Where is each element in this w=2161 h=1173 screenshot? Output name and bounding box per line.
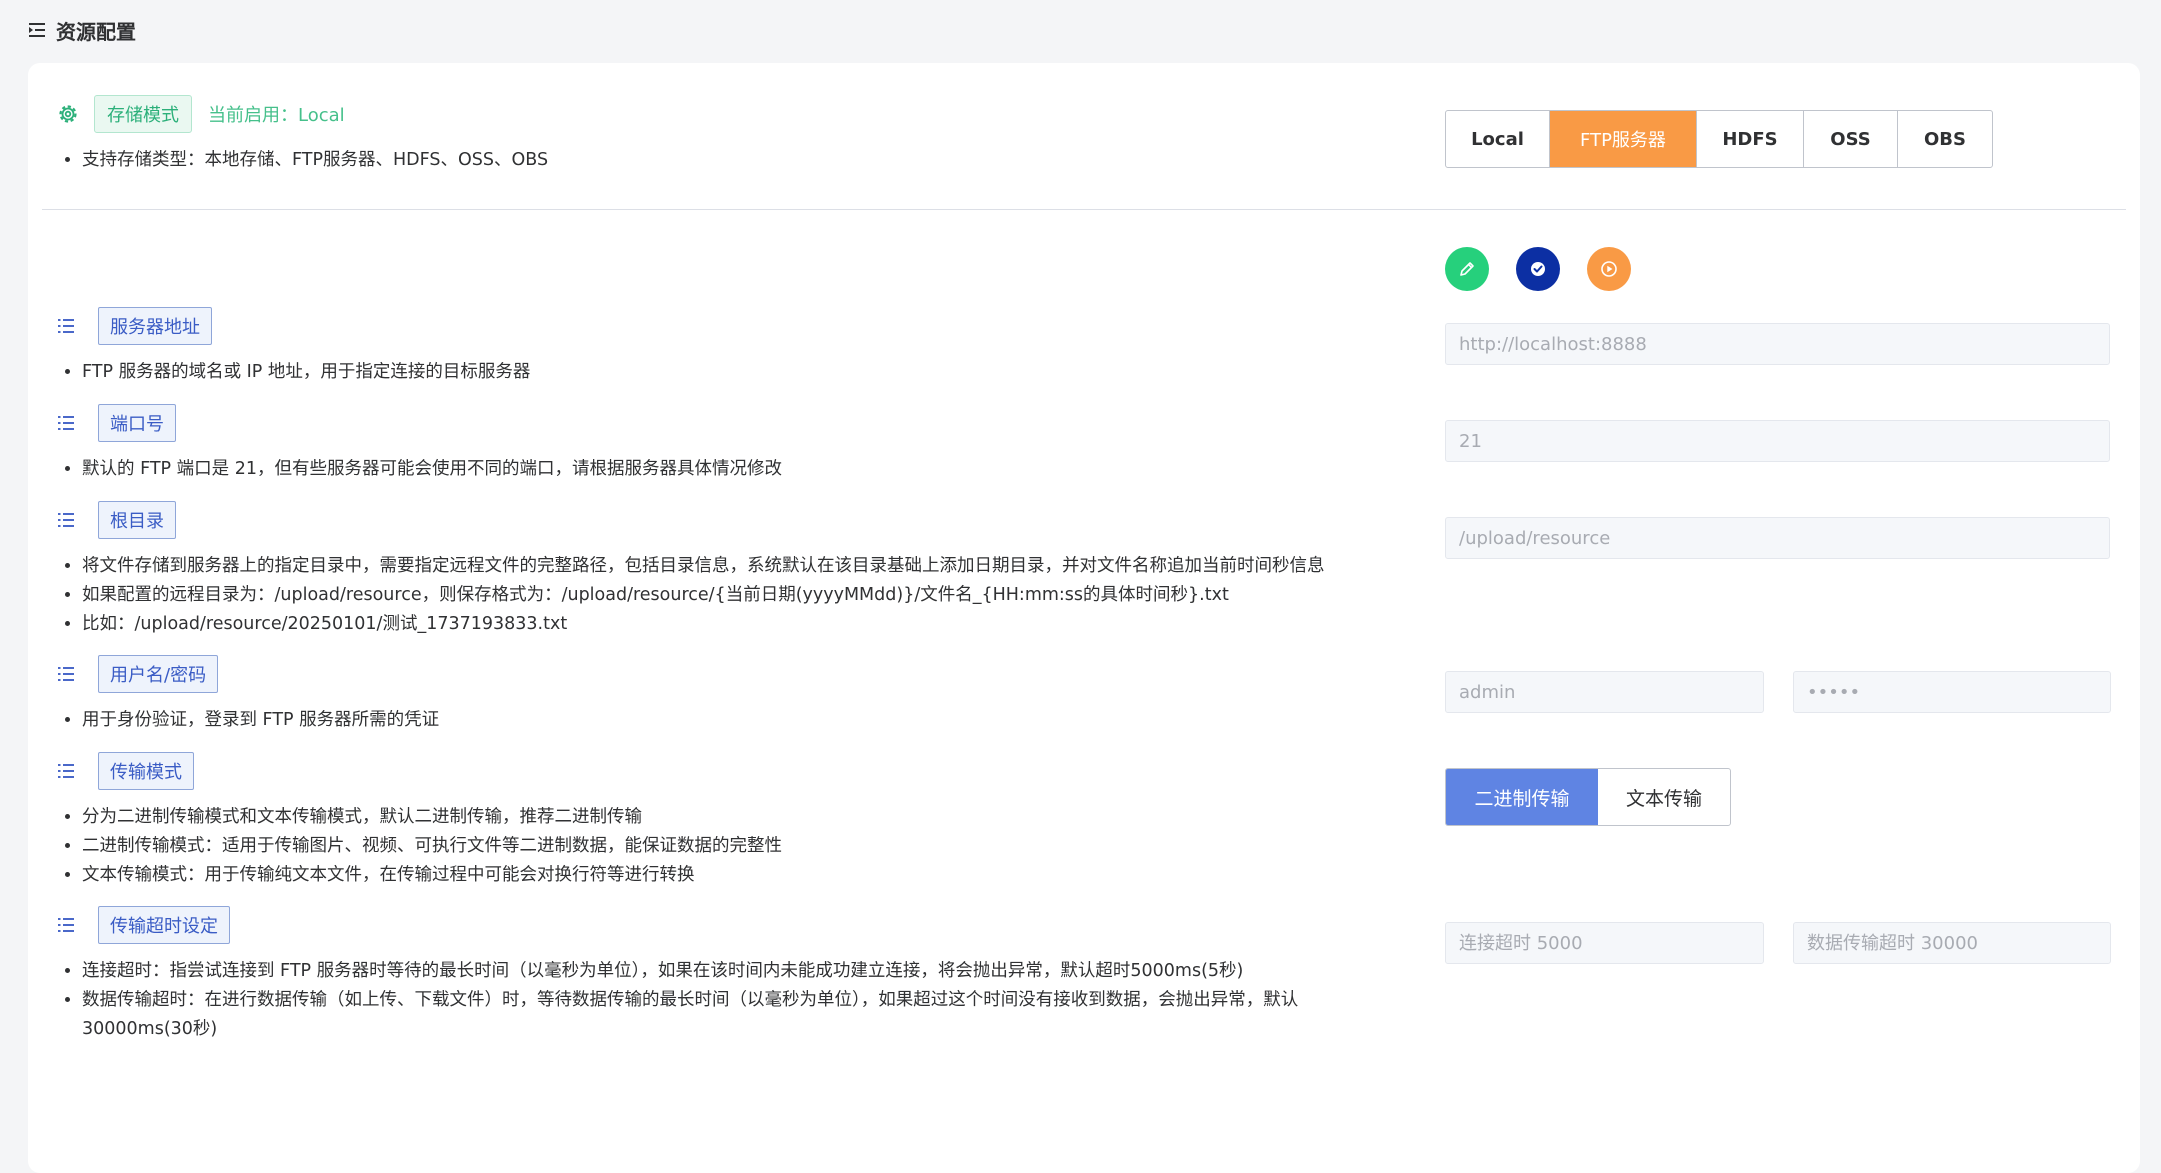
storage-desc: 支持存储类型：本地存储、FTP服务器、HDFS、OSS、OBS (82, 146, 548, 175)
data-timeout-input[interactable] (1793, 922, 2111, 964)
connect-timeout-input[interactable] (1445, 922, 1764, 964)
storage-option-ftp[interactable]: FTP服务器 (1550, 111, 1697, 167)
pencil-icon (1460, 262, 1474, 276)
storage-option-obs[interactable]: OBS (1898, 111, 1992, 167)
server-address-tag: 服务器地址 (98, 307, 212, 345)
root-dir-tag: 根目录 (98, 501, 176, 539)
list-icon (58, 416, 74, 430)
server-address-input[interactable] (1445, 323, 2110, 365)
section-mode-header: 传输模式 (56, 752, 194, 790)
root-desc-line: 如果配置的远程目录为：/upload/resource，则保存格式为：/uplo… (82, 581, 1325, 610)
port-desc-list: 默认的 FTP 端口是 21，但有些服务器可能会使用不同的端口，请根据服务器具体… (56, 455, 782, 484)
storage-option-oss[interactable]: OSS (1804, 111, 1898, 167)
list-icon (58, 667, 74, 681)
storage-type-selector: Local FTP服务器 HDFS OSS OBS (1445, 110, 1993, 168)
mode-desc-list: 分为二进制传输模式和文本传输模式，默认二进制传输，推荐二进制传输 二进制传输模式… (56, 803, 782, 890)
mode-desc-line: 分为二进制传输模式和文本传输模式，默认二进制传输，推荐二进制传输 (82, 803, 782, 832)
section-port-header: 端口号 (56, 404, 176, 442)
root-desc-list: 将文件存储到服务器上的指定目录中，需要指定远程文件的完整路径，包括目录信息，系统… (56, 552, 1325, 639)
list-icon (58, 513, 74, 527)
timeout-desc-line: 连接超时：指尝试连接到 FTP 服务器时等待的最长时间（以毫秒为单位），如果在该… (82, 957, 1402, 986)
storage-option-hdfs[interactable]: HDFS (1697, 111, 1804, 167)
root-dir-input[interactable] (1445, 517, 2110, 559)
list-icon (58, 319, 74, 333)
section-auth-header: 用户名/密码 (56, 655, 219, 693)
section-timeout-header: 传输超时设定 (56, 906, 230, 944)
username-input[interactable] (1445, 671, 1764, 713)
check-circle-icon (1531, 262, 1545, 276)
auth-tag: 用户名/密码 (98, 655, 219, 693)
storage-desc-list: 支持存储类型：本地存储、FTP服务器、HDFS、OSS、OBS (56, 146, 548, 175)
test-connection-button[interactable] (1587, 247, 1631, 291)
port-tag: 端口号 (98, 404, 176, 442)
storage-mode-row: 存储模式 当前启用：Local (56, 95, 345, 133)
mode-desc-line: 二进制传输模式：适用于传输图片、视频、可执行文件等二进制数据，能保证数据的完整性 (82, 832, 782, 861)
page-title: 资源配置 (56, 19, 136, 44)
timeout-desc-list: 连接超时：指尝试连接到 FTP 服务器时等待的最长时间（以毫秒为单位），如果在该… (56, 957, 1402, 1044)
menu-fold-icon[interactable] (28, 21, 46, 39)
transfer-mode-selector: 二进制传输 文本传输 (1445, 768, 1731, 826)
confirm-button[interactable] (1516, 247, 1560, 291)
mode-option-text[interactable]: 文本传输 (1598, 769, 1730, 825)
gear-icon (59, 105, 77, 123)
list-icon (58, 764, 74, 778)
port-input[interactable] (1445, 420, 2110, 462)
root-desc-line: 将文件存储到服务器上的指定目录中，需要指定远程文件的完整路径，包括目录信息，系统… (82, 552, 1325, 581)
password-input[interactable] (1793, 671, 2111, 713)
server-desc-line: FTP 服务器的域名或 IP 地址，用于指定连接的目标服务器 (82, 358, 530, 387)
auth-desc-list: 用于身份验证，登录到 FTP 服务器所需的凭证 (56, 706, 439, 735)
current-storage-text: 当前启用：Local (208, 105, 345, 126)
mode-desc-line: 文本传输模式：用于传输纯文本文件，在传输过程中可能会对换行符等进行转换 (82, 861, 782, 890)
mode-option-binary[interactable]: 二进制传输 (1446, 769, 1598, 825)
divider (42, 209, 2126, 210)
transfer-mode-tag: 传输模式 (98, 752, 194, 790)
page-header: 资源配置 (28, 14, 136, 46)
list-icon (58, 918, 74, 932)
auth-desc-line: 用于身份验证，登录到 FTP 服务器所需的凭证 (82, 706, 439, 735)
timeout-desc-line: 数据传输超时：在进行数据传输（如上传、下载文件）时，等待数据传输的最长时间（以毫… (82, 986, 1402, 1044)
server-desc-list: FTP 服务器的域名或 IP 地址，用于指定连接的目标服务器 (56, 358, 530, 387)
section-root-header: 根目录 (56, 501, 176, 539)
edit-button[interactable] (1445, 247, 1489, 291)
storage-mode-tag: 存储模式 (94, 95, 192, 133)
root-desc-line: 比如：/upload/resource/20250101/测试_17371938… (82, 610, 1325, 639)
storage-option-local[interactable]: Local (1446, 111, 1550, 167)
section-server-header: 服务器地址 (56, 307, 212, 345)
port-desc-line: 默认的 FTP 端口是 21，但有些服务器可能会使用不同的端口，请根据服务器具体… (82, 455, 782, 484)
timeout-tag: 传输超时设定 (98, 906, 230, 944)
play-circle-icon (1601, 261, 1617, 277)
